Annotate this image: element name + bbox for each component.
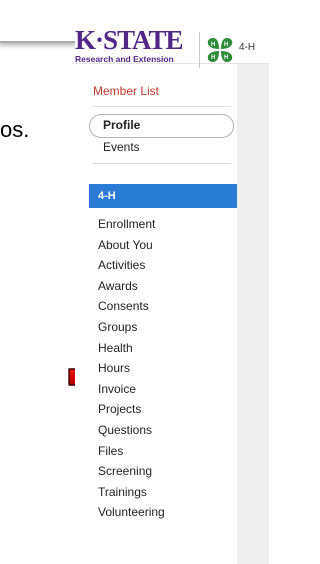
nav-item-projects[interactable]: Projects [89, 399, 237, 420]
svg-text:H: H [211, 55, 215, 61]
nav-item-trainings[interactable]: Trainings [89, 482, 237, 503]
header-title: 4-H [239, 42, 256, 53]
nav-divider [93, 163, 231, 164]
nav-item-enrollment[interactable]: Enrollment [89, 214, 237, 235]
nav-item-list: Enrollment About You Activities Awards C… [89, 214, 237, 523]
nav-item-awards[interactable]: Awards [89, 276, 237, 297]
nav-item-activities[interactable]: Activities [89, 255, 237, 276]
nav-item-invoice[interactable]: Invoice [89, 379, 237, 400]
kstate-logo-subtitle: Research and Extension [75, 54, 174, 64]
member-list-link[interactable]: Member List [93, 84, 159, 98]
nav-item-about-you[interactable]: About You [89, 235, 237, 256]
app-panel: K·STATE Research and Extension H H H H 4-H… [75, 0, 269, 564]
app-header: K·STATE Research and Extension H H H H 4-H [75, 14, 269, 68]
section-header-label: 4-H [98, 190, 116, 202]
svg-text:H: H [211, 42, 215, 48]
content-area [237, 64, 269, 564]
nav-item-hours[interactable]: Hours [89, 358, 237, 379]
header-divider [199, 32, 200, 68]
svg-text:H: H [224, 55, 228, 61]
nav-item-health[interactable]: Health [89, 338, 237, 359]
nav-item-groups[interactable]: Groups [89, 317, 237, 338]
four-h-clover-icon: H H H H [207, 38, 233, 62]
nav-divider [93, 106, 231, 107]
nav-item-questions[interactable]: Questions [89, 420, 237, 441]
nav-item-volunteering[interactable]: Volunteering [89, 502, 237, 523]
svg-text:H: H [224, 42, 228, 48]
slide-text: os. [0, 117, 30, 142]
nav-item-screening[interactable]: Screening [89, 461, 237, 482]
nav-item-consents[interactable]: Consents [89, 296, 237, 317]
profile-tab-label[interactable]: Profile [103, 118, 140, 132]
events-tab[interactable]: Events [103, 140, 140, 154]
kstate-logo[interactable]: K·STATE [75, 26, 184, 54]
nav-item-files[interactable]: Files [89, 441, 237, 462]
section-header-4h[interactable]: 4-H [89, 184, 237, 208]
